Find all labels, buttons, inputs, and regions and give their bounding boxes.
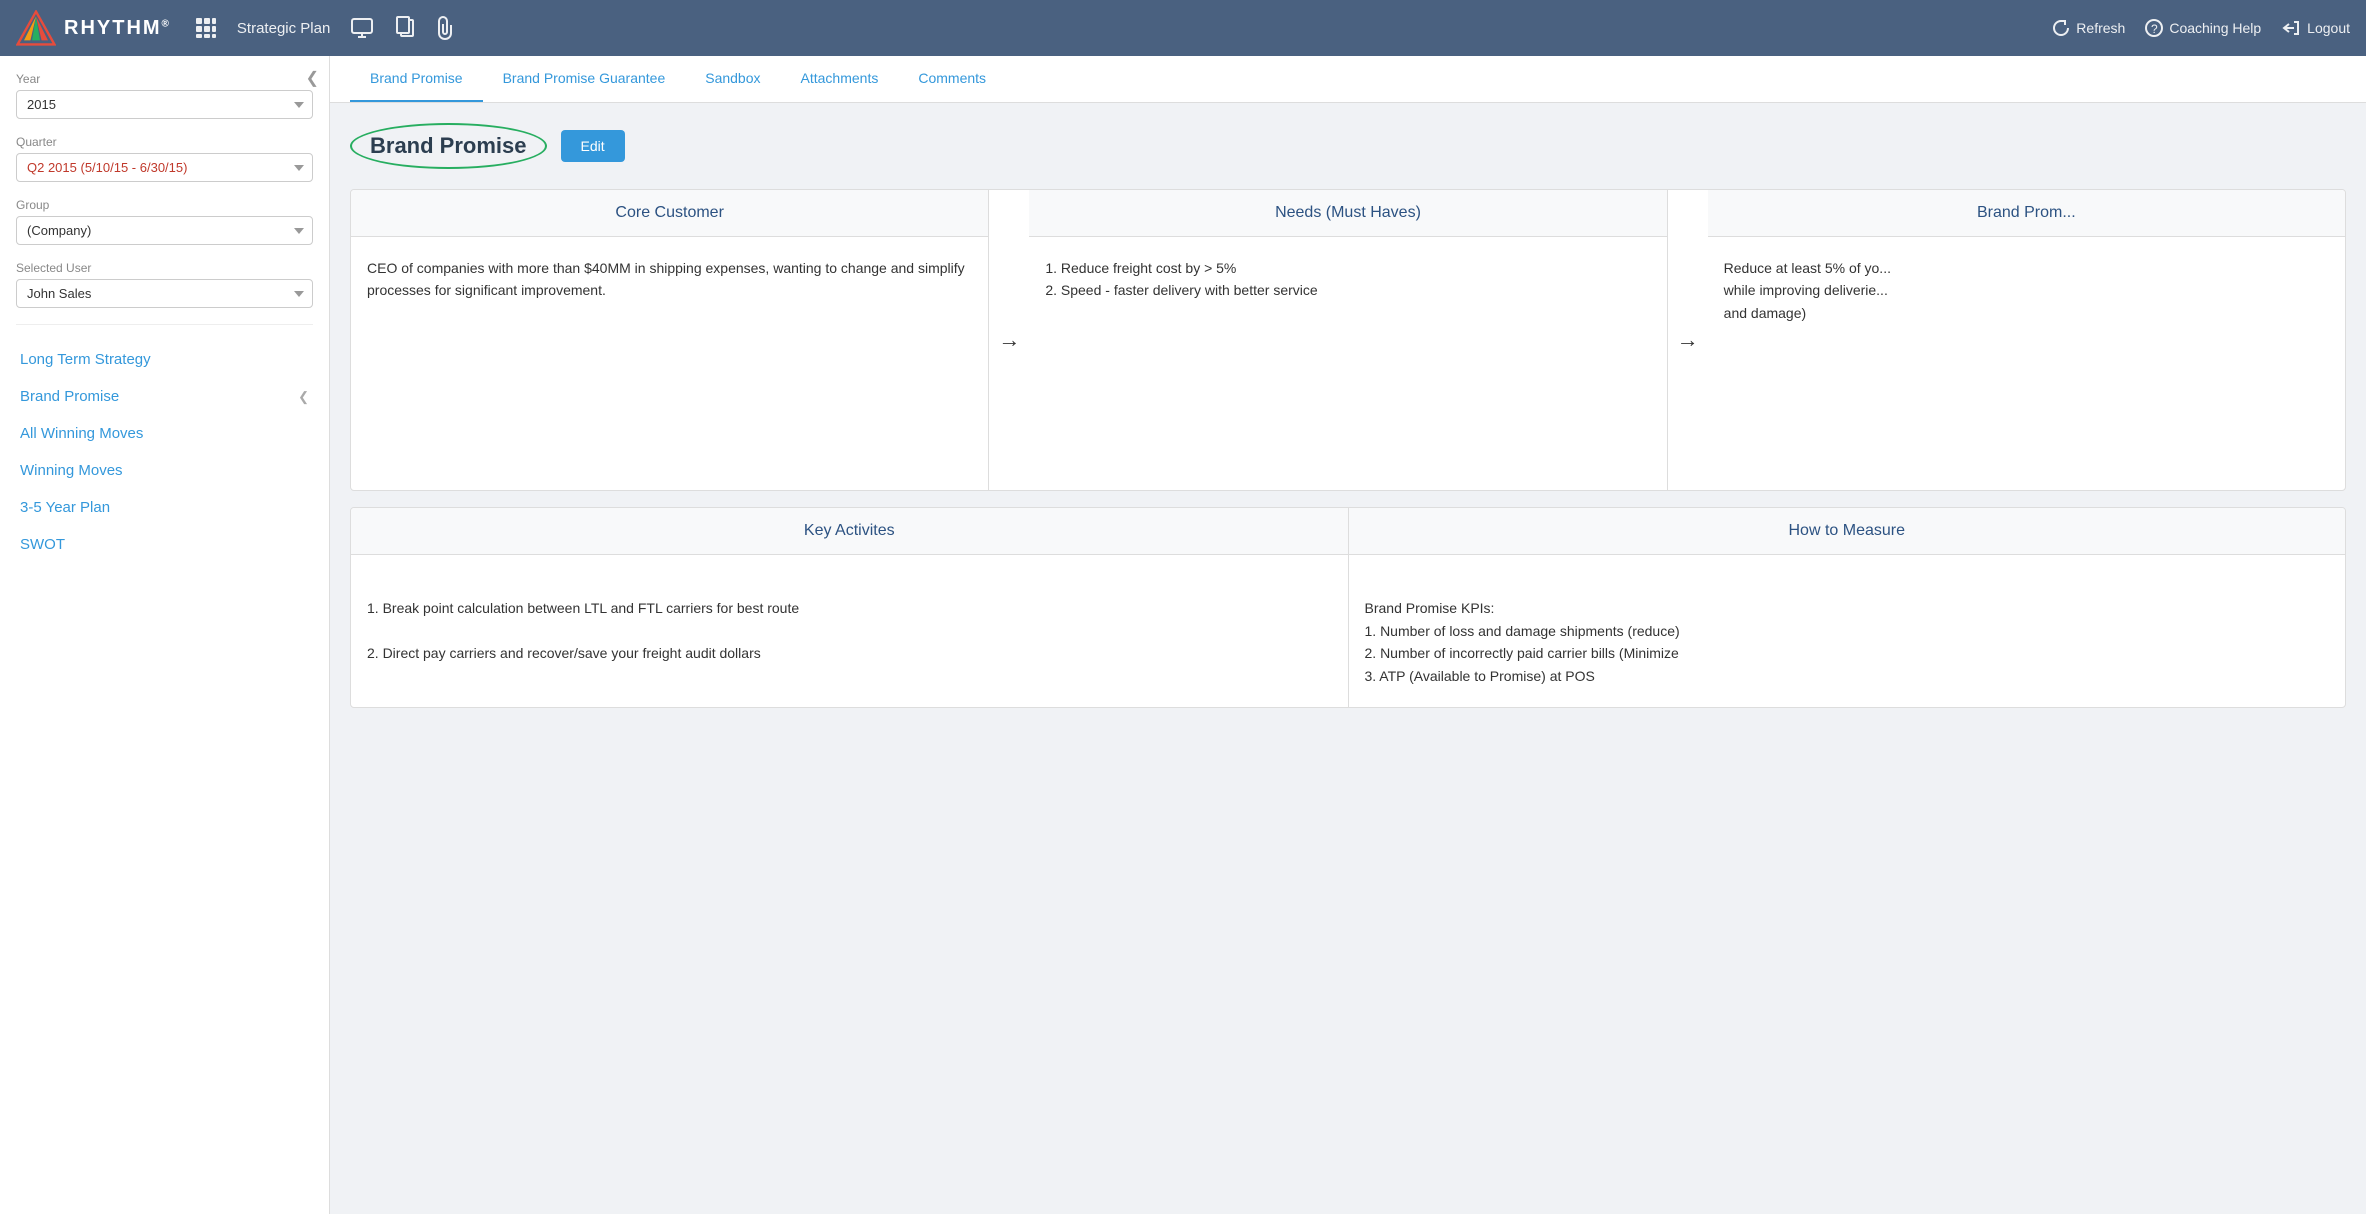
section-header: Brand Promise Edit	[350, 123, 2346, 169]
sidebar-divider	[16, 324, 313, 325]
sidebar-item-winning-moves[interactable]: Winning Moves	[16, 452, 313, 489]
needs-must-haves-body: 1. Reduce freight cost by > 5% 2. Speed …	[1029, 237, 1666, 322]
refresh-icon	[2052, 19, 2070, 37]
bottom-cards-row: Key Activites 1. Break point calculation…	[350, 507, 2346, 708]
needs-must-haves-header: Needs (Must Haves)	[1029, 190, 1666, 237]
right-arrow-icon: →	[998, 327, 1020, 353]
user-select[interactable]: John Sales	[16, 279, 313, 308]
how-to-measure-card: How to Measure Brand Promise KPIs: 1. Nu…	[1349, 508, 2346, 707]
core-customer-card: Core Customer CEO of companies with more…	[351, 190, 989, 490]
top-cards-row: Core Customer CEO of companies with more…	[350, 189, 2346, 491]
core-customer-header: Core Customer	[351, 190, 988, 237]
copy-icon-button[interactable]	[394, 16, 416, 40]
refresh-button[interactable]: Refresh	[2052, 19, 2125, 37]
how-to-measure-header: How to Measure	[1349, 508, 2346, 555]
sidebar-item-label: 3-5 Year Plan	[20, 499, 110, 516]
group-select[interactable]: (Company)	[16, 216, 313, 245]
chat-icon-button[interactable]	[350, 16, 374, 40]
sidebar-item-brand-promise[interactable]: Brand Promise ❮	[16, 378, 313, 415]
brand-promise-card-body: Reduce at least 5% of yo...while improvi…	[1708, 237, 2345, 344]
logout-button[interactable]: Logout	[2281, 19, 2350, 37]
edit-button[interactable]: Edit	[561, 130, 625, 162]
group-field: Group (Company)	[16, 198, 313, 245]
content-body: Brand Promise Edit Core Customer CEO of …	[330, 103, 2366, 728]
app-logo[interactable]: RHYTHM®	[16, 10, 171, 46]
copy-icon	[394, 16, 416, 40]
sidebar-item-all-winning-moves[interactable]: All Winning Moves	[16, 415, 313, 452]
paperclip-icon	[436, 15, 454, 41]
tab-attachments[interactable]: Attachments	[781, 56, 899, 102]
sidebar-item-label: All Winning Moves	[20, 425, 143, 442]
key-activities-body: 1. Break point calculation between LTL a…	[351, 555, 1348, 685]
needs-must-haves-card: Needs (Must Haves) 1. Reduce freight cos…	[1029, 190, 1667, 490]
user-field: Selected User John Sales	[16, 261, 313, 308]
chevron-right-icon: ❮	[298, 389, 309, 405]
grid-icon	[195, 17, 217, 39]
sidebar-item-label: Winning Moves	[20, 462, 123, 479]
brand-promise-card: Brand Prom... Reduce at least 5% of yo..…	[1708, 190, 2345, 490]
logout-icon	[2281, 19, 2301, 37]
arrow-2: →	[1668, 190, 1708, 490]
year-field: Year 2015	[16, 72, 313, 119]
topnav-center: Strategic Plan	[195, 15, 2052, 41]
how-to-measure-body: Brand Promise KPIs: 1. Number of loss an…	[1349, 555, 2346, 707]
sidebar-item-swot[interactable]: SWOT	[16, 526, 313, 563]
year-label: Year	[16, 72, 313, 86]
grid-menu-button[interactable]	[195, 17, 217, 39]
sidebar: ❮ Year 2015 Quarter Q2 2015 (5/10/15 - 6…	[0, 56, 330, 1214]
arrow-1: →	[989, 190, 1029, 490]
year-select[interactable]: 2015	[16, 90, 313, 119]
chat-icon	[350, 16, 374, 40]
tab-comments[interactable]: Comments	[898, 56, 1006, 102]
sidebar-item-label: Long Term Strategy	[20, 351, 151, 368]
quarter-field: Quarter Q2 2015 (5/10/15 - 6/30/15)	[16, 135, 313, 182]
paperclip-icon-button[interactable]	[436, 15, 454, 41]
core-customer-body: CEO of companies with more than $40MM in…	[351, 237, 988, 322]
sidebar-item-label: Brand Promise	[20, 388, 119, 405]
sidebar-item-label: SWOT	[20, 536, 65, 553]
svg-text:?: ?	[2151, 22, 2158, 36]
right-arrow-icon-2: →	[1677, 327, 1699, 353]
logo-icon	[16, 10, 56, 46]
user-label: Selected User	[16, 261, 313, 275]
key-activities-card: Key Activites 1. Break point calculation…	[351, 508, 1349, 707]
sidebar-item-long-term-strategy[interactable]: Long Term Strategy	[16, 341, 313, 378]
top-navigation: RHYTHM® Strategic Plan	[0, 0, 2366, 56]
tabs-bar: Brand Promise Brand Promise Guarantee Sa…	[330, 56, 2366, 103]
main-content: Brand Promise Brand Promise Guarantee Sa…	[330, 56, 2366, 1214]
sidebar-collapse-button[interactable]: ❮	[306, 68, 319, 88]
coaching-help-button[interactable]: ? Coaching Help	[2145, 19, 2261, 37]
key-activities-header: Key Activites	[351, 508, 1348, 555]
strategic-plan-link[interactable]: Strategic Plan	[237, 20, 330, 37]
brand-promise-card-header: Brand Prom...	[1708, 190, 2345, 237]
tab-sandbox[interactable]: Sandbox	[685, 56, 780, 102]
sidebar-item-3-5-year-plan[interactable]: 3-5 Year Plan	[16, 489, 313, 526]
tab-brand-promise[interactable]: Brand Promise	[350, 56, 483, 102]
quarter-select[interactable]: Q2 2015 (5/10/15 - 6/30/15)	[16, 153, 313, 182]
section-title: Brand Promise	[350, 123, 547, 169]
quarter-label: Quarter	[16, 135, 313, 149]
topnav-right: Refresh ? Coaching Help Logout	[2052, 19, 2350, 37]
help-icon: ?	[2145, 19, 2163, 37]
main-layout: ❮ Year 2015 Quarter Q2 2015 (5/10/15 - 6…	[0, 56, 2366, 1214]
logo-text: RHYTHM®	[64, 17, 171, 40]
tab-brand-promise-guarantee[interactable]: Brand Promise Guarantee	[483, 56, 686, 102]
group-label: Group	[16, 198, 313, 212]
